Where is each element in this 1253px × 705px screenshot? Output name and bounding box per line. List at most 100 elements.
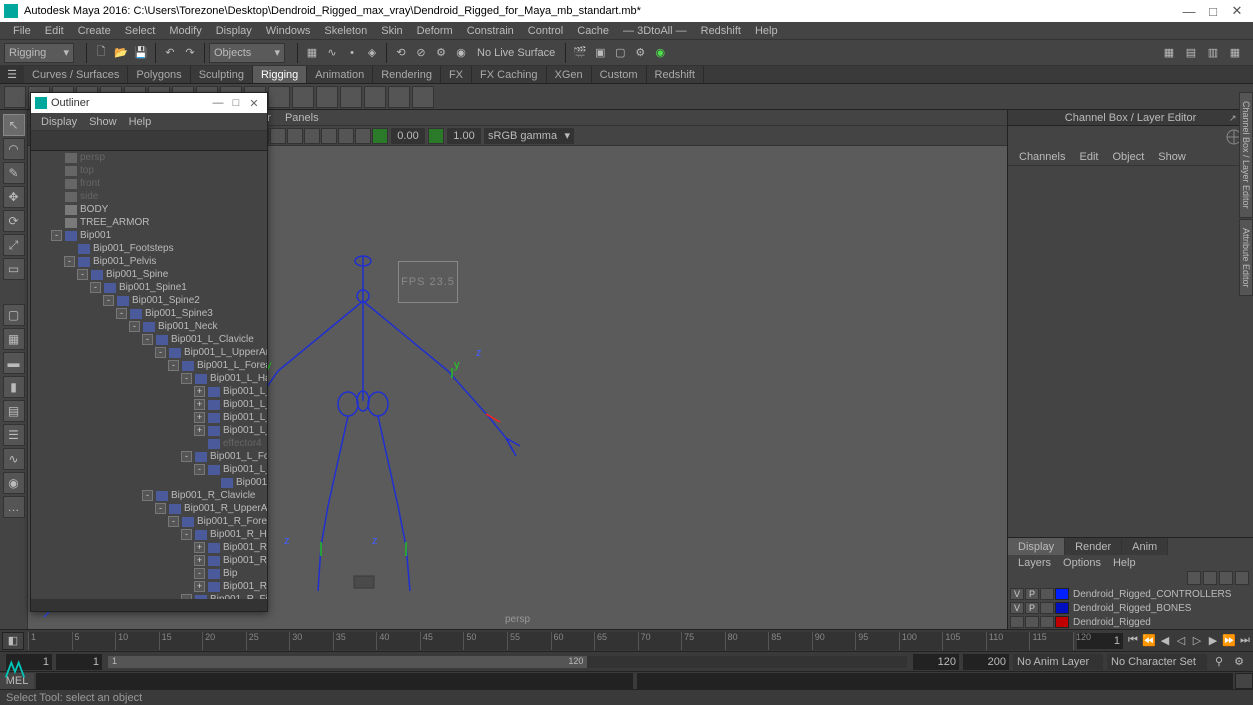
shelf-icon-14[interactable] [340, 86, 362, 108]
outliner-menu-display[interactable]: Display [35, 116, 83, 128]
view-compass[interactable] [1008, 126, 1253, 148]
make-live-icon[interactable]: ◉ [451, 43, 471, 63]
tree-toggle-icon[interactable]: - [155, 347, 166, 358]
outliner-node[interactable]: -Bip001_R_UpperArm [31, 502, 267, 515]
outliner-node[interactable]: Bip001_Footsteps [31, 242, 267, 255]
outliner-node[interactable]: top [31, 164, 267, 177]
shelf-tab-animation[interactable]: Animation [307, 66, 373, 83]
outliner-node[interactable]: +Bip001_R_Fi [31, 554, 267, 567]
layout-two-v-icon[interactable]: ▮ [3, 376, 25, 398]
outliner-node[interactable]: -Bip [31, 567, 267, 580]
aa-icon[interactable] [321, 128, 337, 144]
shelf-tab-curves-surfaces[interactable]: Curves / Surfaces [24, 66, 128, 83]
gamma-toggle-icon[interactable] [428, 128, 444, 144]
outliner-menu-show[interactable]: Show [83, 116, 123, 128]
layer-playback-toggle[interactable] [1025, 616, 1039, 628]
shelf-tab-fx-caching[interactable]: FX Caching [472, 66, 546, 83]
last-tool[interactable]: ▭ [3, 258, 25, 280]
color-transform-dropdown[interactable]: sRGB gamma ▾ [484, 128, 574, 144]
tree-toggle-icon[interactable]: - [181, 451, 192, 462]
layer-menu-options[interactable]: Options [1057, 557, 1107, 569]
tree-toggle-icon[interactable]: - [142, 490, 153, 501]
layout-hypershade-icon[interactable]: ◉ [3, 472, 25, 494]
shelf-icon-13[interactable] [316, 86, 338, 108]
outliner-menu-help[interactable]: Help [123, 116, 158, 128]
shelf-tab-fx[interactable]: FX [441, 66, 472, 83]
outliner-node[interactable]: -Bip001_L_Hand [31, 372, 267, 385]
ao-icon[interactable] [287, 128, 303, 144]
shelf-icon-16[interactable] [388, 86, 410, 108]
menu-control[interactable]: Control [521, 25, 570, 37]
cb-menu-show[interactable]: Show [1151, 151, 1193, 163]
outliner-node[interactable]: +Bip001_R_Fi [31, 580, 267, 593]
outliner-node[interactable]: +Bip001_R_Fi [31, 541, 267, 554]
layout-1-icon[interactable]: ▤ [1181, 43, 1201, 63]
outliner-node[interactable]: -Bip001_Neck [31, 320, 267, 333]
shelf-icon-12[interactable] [292, 86, 314, 108]
layout-graph-icon[interactable]: ∿ [3, 448, 25, 470]
outliner-node[interactable]: -Bip001_L_Forearm [31, 359, 267, 372]
layer-tab-anim[interactable]: Anim [1122, 538, 1168, 555]
outliner-close-button[interactable]: ✕ [245, 97, 263, 110]
motion-blur-icon[interactable] [304, 128, 320, 144]
shelf-icon-11[interactable] [268, 86, 290, 108]
outliner-node[interactable]: front [31, 177, 267, 190]
outliner-node[interactable]: -Bip001_L_UpperArm [31, 346, 267, 359]
step-back-icon[interactable]: ◀ [1157, 633, 1173, 649]
outliner-search-field[interactable] [31, 131, 267, 151]
outliner-node[interactable]: -Bip001_L_Clavicle [31, 333, 267, 346]
menu-modify[interactable]: Modify [162, 25, 208, 37]
cb-menu-object[interactable]: Object [1105, 151, 1151, 163]
snap-grid-icon[interactable]: ▦ [302, 43, 322, 63]
selection-mask-dropdown[interactable]: Objects ▾ [209, 43, 285, 63]
tree-toggle-icon[interactable]: - [51, 230, 62, 241]
render-settings-icon[interactable]: ⚙ [630, 43, 650, 63]
paint-select-tool[interactable]: ✎ [3, 162, 25, 184]
depth-icon[interactable] [355, 128, 371, 144]
layer-display-type[interactable] [1040, 588, 1054, 600]
open-scene-icon[interactable]: 📂 [111, 43, 131, 63]
menu--3dtoall-[interactable]: — 3DtoAll — [616, 25, 694, 37]
tree-toggle-icon[interactable]: - [116, 308, 127, 319]
module-selector[interactable]: Rigging ▾ [4, 43, 74, 63]
menu-cache[interactable]: Cache [570, 25, 616, 37]
render-icon[interactable]: 🎬 [570, 43, 590, 63]
outliner-scrollbar-h[interactable] [31, 599, 267, 611]
time-ruler[interactable]: 1510152025303540455055606570758085909510… [28, 632, 1073, 650]
shelf-tab-redshift[interactable]: Redshift [647, 66, 704, 83]
panel-menu-panels[interactable]: Panels [278, 112, 326, 124]
menu-windows[interactable]: Windows [259, 25, 318, 37]
layer-row[interactable]: V P Dendroid_Rigged_BONES [1008, 601, 1253, 615]
step-forward-key-icon[interactable]: ⏩ [1221, 633, 1237, 649]
save-scene-icon[interactable]: 💾 [131, 43, 151, 63]
shelf-tab-polygons[interactable]: Polygons [128, 66, 190, 83]
close-button[interactable]: ✕ [1225, 3, 1249, 19]
rotate-tool[interactable]: ⟳ [3, 210, 25, 232]
step-back-key-icon[interactable]: ⏪ [1141, 633, 1157, 649]
layer-color-swatch[interactable] [1055, 588, 1069, 600]
layout-3-icon[interactable]: ▦ [1225, 43, 1245, 63]
outliner-node[interactable]: +Bip001_L_Fi [31, 424, 267, 437]
tree-toggle-icon[interactable]: + [194, 555, 205, 566]
outliner-node[interactable]: +Bip001_L_Fi [31, 411, 267, 424]
tree-toggle-icon[interactable]: + [194, 399, 205, 410]
tree-toggle-icon[interactable]: - [181, 373, 192, 384]
play-back-icon[interactable]: ◁ [1173, 633, 1189, 649]
go-end-icon[interactable]: ⏭ [1237, 633, 1253, 649]
move-layer-up-icon[interactable] [1187, 571, 1201, 585]
shelf-icon-17[interactable] [412, 86, 434, 108]
outliner-node[interactable]: -Bip001_L_ForeT [31, 463, 267, 476]
popout-icon[interactable]: ↗ [1229, 113, 1239, 123]
outliner-node[interactable]: -Bip001 [31, 229, 267, 242]
history-icon[interactable]: ⟲ [391, 43, 411, 63]
cb-menu-channels[interactable]: Channels [1012, 151, 1072, 163]
outliner-maximize-button[interactable]: □ [227, 97, 245, 109]
outliner-minimize-button[interactable]: — [209, 97, 227, 109]
tree-toggle-icon[interactable]: - [181, 529, 192, 540]
exposure-toggle-icon[interactable] [372, 128, 388, 144]
layer-row[interactable]: Dendroid_Rigged [1008, 615, 1253, 629]
new-layer-assign-icon[interactable] [1235, 571, 1249, 585]
move-tool[interactable]: ✥ [3, 186, 25, 208]
character-set-dropdown[interactable]: No Character Set [1107, 654, 1207, 670]
side-tab-attribute-editor[interactable]: Attribute Editor [1239, 219, 1253, 297]
